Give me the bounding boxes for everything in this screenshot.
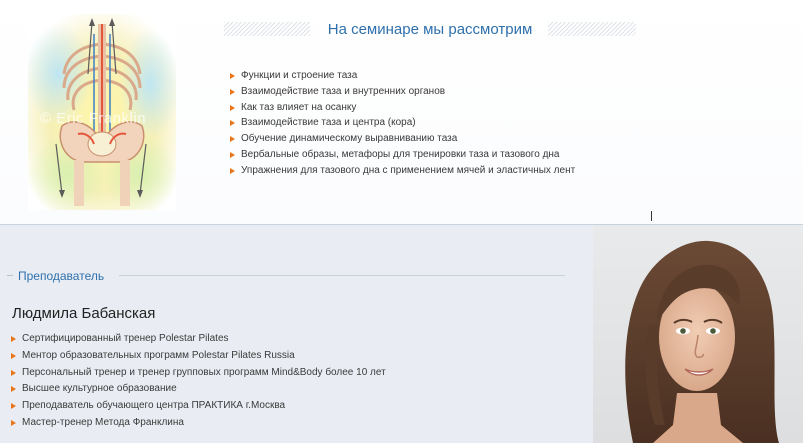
- list-item: Функции и строение таза: [230, 68, 575, 84]
- heading-rule-right: [119, 275, 565, 276]
- bullet-arrow-icon: [230, 136, 235, 143]
- bullet-arrow-icon: [11, 419, 16, 426]
- teacher-name: Людмила Бабанская: [12, 305, 156, 322]
- bullet-arrow-icon: [230, 73, 235, 79]
- bullet-arrow-icon: [230, 120, 235, 127]
- teacher-heading: Преподаватель: [7, 269, 565, 283]
- bullet-arrow-icon: [11, 386, 16, 393]
- list-item: Вербальные образы, метафоры для трениров…: [230, 147, 575, 163]
- heading-rule-left: [7, 275, 13, 276]
- bullet-arrow-icon: [230, 167, 235, 174]
- bullet-arrow-icon: [230, 104, 235, 111]
- copyright-watermark: © Eric Franklin: [40, 110, 147, 127]
- seminar-title: На семинаре мы рассмотрим: [321, 21, 539, 38]
- list-item: Как таз влияет на осанку: [230, 100, 575, 116]
- teacher-bio-list: Сертифицированный тренер Polestar Pilate…: [11, 331, 386, 432]
- topics-list: Функции и строение таза Взаимодействие т…: [230, 68, 575, 179]
- list-item: Упражнения для тазового дна с применение…: [230, 163, 575, 179]
- list-item: Высшее культурное образование: [11, 381, 386, 398]
- list-item: Ментор образовательных программ Polestar…: [11, 348, 386, 365]
- teacher-portrait-photo: [593, 225, 803, 443]
- list-item: Персональный тренер и тренер групповых п…: [11, 365, 386, 382]
- seminar-heading: На семинаре мы рассмотрим: [224, 20, 636, 40]
- list-item: Мастер-тренер Метода Франклина: [11, 415, 386, 432]
- portrait-image: [593, 225, 803, 443]
- bullet-arrow-icon: [11, 369, 16, 376]
- list-item: Взаимодействие таза и внутренних органов: [230, 84, 575, 100]
- pelvis-skeleton-illustration: © Eric Franklin: [28, 14, 176, 210]
- seminar-section: © Eric Franklin На семинаре мы рассмотри…: [0, 0, 803, 225]
- teacher-heading-label: Преподаватель: [18, 269, 105, 283]
- teacher-section: Преподаватель Людмила Бабанская Сертифиц…: [0, 225, 803, 443]
- bullet-arrow-icon: [11, 336, 16, 342]
- bullet-arrow-icon: [230, 88, 235, 95]
- bullet-arrow-icon: [230, 151, 235, 158]
- text-cursor: [651, 211, 652, 221]
- list-item: Обучение динамическому выравниванию таза: [230, 131, 575, 147]
- list-item: Сертифицированный тренер Polestar Pilate…: [11, 331, 386, 348]
- bullet-arrow-icon: [11, 352, 16, 359]
- bullet-arrow-icon: [11, 403, 16, 410]
- list-item: Взаимодействие таза и центра (кора): [230, 115, 575, 131]
- list-item: Преподаватель обучающего центра ПРАКТИКА…: [11, 398, 386, 415]
